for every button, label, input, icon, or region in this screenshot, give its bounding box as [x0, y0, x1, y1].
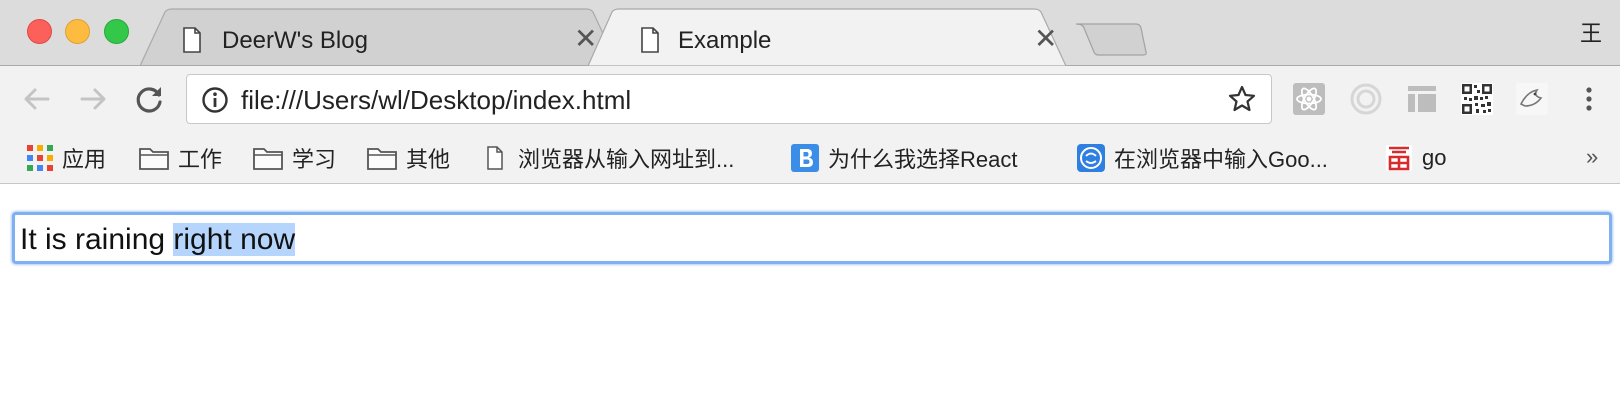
back-arrow-icon[interactable] [20, 82, 54, 116]
tab-title: Example [678, 27, 772, 54]
url-text[interactable]: file:///Users/wl/Desktop/index.html [241, 85, 631, 116]
text-input-value[interactable]: It is raining right now [20, 223, 296, 257]
globe-logo-icon [1077, 144, 1105, 172]
bookmark-go[interactable]: go [1384, 142, 1446, 174]
menu-kebab-icon[interactable] [1572, 82, 1606, 116]
qr-code-icon[interactable] [1460, 82, 1494, 116]
bookmark-browser-url[interactable]: 浏览器从输入网址到... [486, 142, 734, 174]
tab-strip: DeerW's Blog ✕ Example ✕ 王 [0, 0, 1620, 66]
bookmark-label: 在浏览器中输入Goo... [1114, 147, 1328, 172]
close-tab-icon[interactable]: ✕ [1034, 25, 1057, 53]
folder-icon [367, 148, 397, 170]
info-icon[interactable] [201, 86, 229, 114]
bookmark-apps[interactable]: 应用 [26, 142, 106, 174]
bookmark-label: 应用 [62, 147, 107, 172]
b-logo-icon [791, 144, 819, 172]
bookmark-label: 为什么我选择React [828, 147, 1018, 172]
bookmark-folder-work[interactable]: 工作 [138, 142, 222, 174]
profile-button[interactable]: 王 [1580, 16, 1602, 48]
folder-icon [253, 148, 283, 170]
tab-deerw-blog[interactable]: DeerW's Blog ✕ [150, 10, 600, 66]
reload-icon[interactable] [132, 82, 166, 116]
bookmark-label: 浏览器从输入网址到... [518, 147, 735, 172]
selected-text: right now [173, 223, 296, 256]
bookmark-folder-other[interactable]: 其他 [366, 142, 450, 174]
bookmark-star-icon[interactable] [1227, 84, 1257, 114]
bookmarks-bar: 应用 工作 学习 其他 浏览器从输入网址到... 为什么我选择React 在浏览… [0, 134, 1620, 184]
red-char-icon [1386, 145, 1412, 171]
apps-grid-icon [27, 145, 53, 171]
bookmarks-overflow-chevron-icon[interactable]: » [1586, 144, 1598, 170]
bookmark-why-react[interactable]: 为什么我选择React [790, 142, 1017, 174]
page-content: It is raining right now [0, 184, 1620, 400]
bookmark-label: go [1422, 145, 1447, 170]
bookmark-label: 工作 [178, 147, 223, 172]
bookmark-folder-study[interactable]: 学习 [252, 142, 336, 174]
browser-window: DeerW's Blog ✕ Example ✕ 王 file:///Users… [0, 0, 1620, 400]
react-devtools-icon[interactable] [1292, 82, 1326, 116]
tab-title: DeerW's Blog [222, 27, 368, 54]
bookmark-label: 学习 [292, 147, 337, 172]
folder-icon [139, 148, 169, 170]
page-icon [183, 27, 201, 53]
toolbar: file:///Users/wl/Desktop/index.html [0, 66, 1620, 134]
unselected-text: It is raining [20, 223, 174, 256]
bird-extension-icon[interactable] [1515, 82, 1549, 116]
text-input[interactable]: It is raining right now [12, 212, 1612, 264]
close-tab-icon[interactable]: ✕ [574, 25, 597, 53]
tab-example[interactable]: Example ✕ [600, 10, 1060, 66]
layout-extension-icon[interactable] [1405, 82, 1439, 116]
new-tab-button[interactable] [1075, 23, 1147, 56]
bookmark-label: 其他 [406, 147, 451, 172]
page-icon [487, 146, 503, 170]
bookmark-input-google[interactable]: 在浏览器中输入Goo... [1076, 142, 1328, 174]
forward-arrow-icon[interactable] [76, 82, 110, 116]
circle-extension-icon[interactable] [1349, 82, 1383, 116]
address-bar[interactable]: file:///Users/wl/Desktop/index.html [186, 74, 1272, 124]
page-icon [641, 27, 659, 53]
